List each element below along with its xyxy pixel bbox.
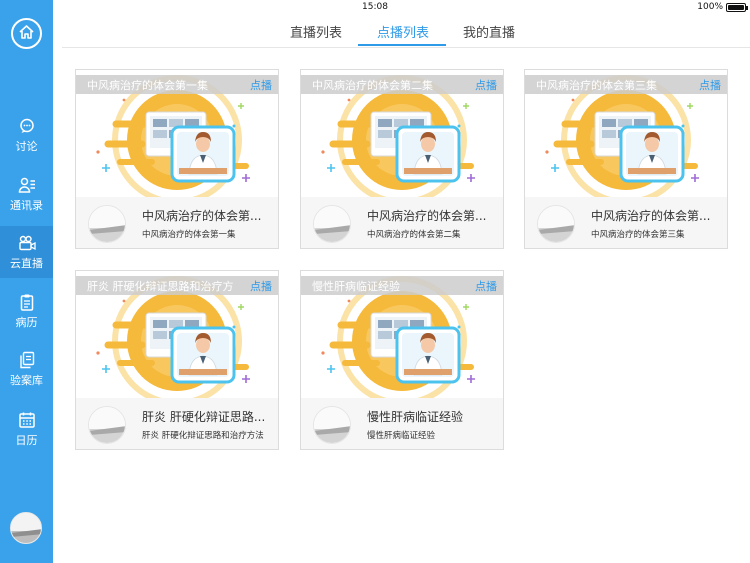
lecturer-avatar — [537, 205, 575, 243]
card-subtitle: 肝炎 肝硬化辩证思路和治疗方法 — [142, 431, 264, 441]
calendar-icon — [18, 411, 36, 429]
lecturer-avatar — [88, 205, 126, 243]
thumbnail-title-bar: 中风病治疗的体会第三集 点播 — [525, 75, 727, 94]
tab-my-live[interactable]: 我的直播 — [452, 22, 526, 44]
vod-tag: 点播 — [475, 79, 497, 92]
sidebar-item-label: 通讯录 — [10, 198, 43, 212]
sidebar-item-medical-record[interactable]: 病历 — [0, 285, 53, 337]
active-tab-indicator — [358, 44, 446, 46]
card-footer: 肝炎 肝硬化辩证思路... 肝炎 肝硬化辩证思路和治疗方法 — [76, 398, 278, 449]
card-title: 中风病治疗的体会第... — [142, 209, 262, 223]
thumbnail-title-bar: 慢性肝病临证经验 点播 — [301, 276, 503, 295]
thumbnail-title: 中风病治疗的体会第一集 — [87, 79, 208, 92]
card-subtitle: 中风病治疗的体会第二集 — [367, 230, 461, 240]
video-card[interactable]: 中风病治疗的体会第二集 点播中风病治疗的体会第... 中风病治疗的体会第二集 — [300, 69, 504, 249]
lecturer-avatar — [313, 406, 351, 444]
card-title: 肝炎 肝硬化辩证思路... — [142, 410, 266, 424]
app-root: iPad 15:08 100% 讨论 通讯录 — [0, 0, 750, 563]
thumbnail-title-bar: 肝炎 肝硬化辩证思路和治疗方 点播 — [76, 276, 278, 295]
contacts-icon — [18, 176, 36, 194]
sidebar-item-cloud-live[interactable]: 云直播 — [0, 226, 53, 278]
card-footer: 中风病治疗的体会第... 中风病治疗的体会第一集 — [76, 197, 278, 248]
sidebar: 讨论 通讯录 云直播 病历 验案库 日历 — [0, 0, 53, 563]
sidebar-item-calendar[interactable]: 日历 — [0, 403, 53, 455]
sidebar-item-label: 讨论 — [15, 139, 38, 153]
home-icon — [18, 24, 35, 44]
card-footer: 中风病治疗的体会第... 中风病治疗的体会第三集 — [525, 197, 727, 248]
tab-live-list[interactable]: 直播列表 — [279, 22, 353, 44]
card-title: 中风病治疗的体会第... — [591, 209, 711, 223]
battery-percent: 100% — [697, 2, 723, 12]
thumbnail-title-bar: 中风病治疗的体会第二集 点播 — [301, 75, 503, 94]
card-title: 中风病治疗的体会第... — [367, 209, 487, 223]
card-footer: 慢性肝病临证经验 慢性肝病临证经验 — [301, 398, 503, 449]
video-camera-icon — [18, 234, 36, 252]
video-card[interactable]: 中风病治疗的体会第三集 点播中风病治疗的体会第... 中风病治疗的体会第三集 — [524, 69, 728, 249]
battery-icon — [726, 2, 748, 12]
video-thumbnail[interactable]: 肝炎 肝硬化辩证思路和治疗方 点播 — [76, 271, 278, 398]
lecturer-avatar — [88, 406, 126, 444]
clock: 15:08 — [362, 2, 388, 12]
sidebar-item-contacts[interactable]: 通讯录 — [0, 168, 53, 220]
tab-bar: 直播列表 点播列表 我的直播 — [53, 16, 750, 48]
thumbnail-title-bar: 中风病治疗的体会第一集 点播 — [76, 75, 278, 94]
card-footer: 中风病治疗的体会第... 中风病治疗的体会第二集 — [301, 197, 503, 248]
vod-tag: 点播 — [475, 280, 497, 293]
card-subtitle: 中风病治疗的体会第三集 — [591, 230, 685, 240]
video-card[interactable]: 中风病治疗的体会第一集 点播中风病治疗的体会第... 中风病治疗的体会第一集 — [75, 69, 279, 249]
lecturer-avatar — [313, 205, 351, 243]
card-title: 慢性肝病临证经验 — [367, 410, 464, 424]
battery-status: 100% — [697, 2, 748, 12]
thumbnail-title: 中风病治疗的体会第二集 — [312, 79, 433, 92]
sidebar-item-label: 病历 — [15, 315, 38, 329]
sidebar-item-label: 验案库 — [10, 373, 43, 387]
home-button[interactable] — [11, 18, 42, 49]
sidebar-item-discussion[interactable]: 讨论 — [0, 109, 53, 161]
thumbnail-title: 中风病治疗的体会第三集 — [536, 79, 657, 92]
video-thumbnail[interactable]: 中风病治疗的体会第三集 点播 — [525, 70, 727, 197]
vod-tag: 点播 — [250, 79, 272, 92]
video-thumbnail[interactable]: 中风病治疗的体会第一集 点播 — [76, 70, 278, 197]
video-card[interactable]: 肝炎 肝硬化辩证思路和治疗方 点播肝炎 肝硬化辩证思路... 肝炎 肝硬化辩证思路和… — [75, 270, 279, 450]
video-thumbnail[interactable]: 中风病治疗的体会第二集 点播 — [301, 70, 503, 197]
sidebar-item-case-library[interactable]: 验案库 — [0, 343, 53, 395]
document-stack-icon — [18, 351, 36, 369]
video-card[interactable]: 慢性肝病临证经验 点播 慢性肝病临证经验 慢性肝病临证经验 — [300, 270, 504, 450]
card-subtitle: 慢性肝病临证经验 — [367, 431, 436, 441]
avatar[interactable] — [10, 512, 42, 544]
vod-tag: 点播 — [699, 79, 721, 92]
thumbnail-title: 慢性肝病临证经验 — [312, 280, 400, 293]
status-bar: iPad 15:08 100% — [0, 0, 750, 14]
card-subtitle: 中风病治疗的体会第一集 — [142, 230, 236, 240]
tab-divider — [62, 47, 750, 48]
tab-vod-list[interactable]: 点播列表 — [366, 22, 440, 44]
vod-tag: 点播 — [250, 280, 272, 293]
sidebar-item-label: 云直播 — [10, 256, 43, 270]
thumbnail-title: 肝炎 肝硬化辩证思路和治疗方 — [87, 280, 234, 293]
video-thumbnail[interactable]: 慢性肝病临证经验 点播 — [301, 271, 503, 398]
chat-bubble-icon — [18, 117, 36, 135]
sidebar-item-label: 日历 — [15, 433, 38, 447]
clipboard-icon — [18, 293, 36, 311]
